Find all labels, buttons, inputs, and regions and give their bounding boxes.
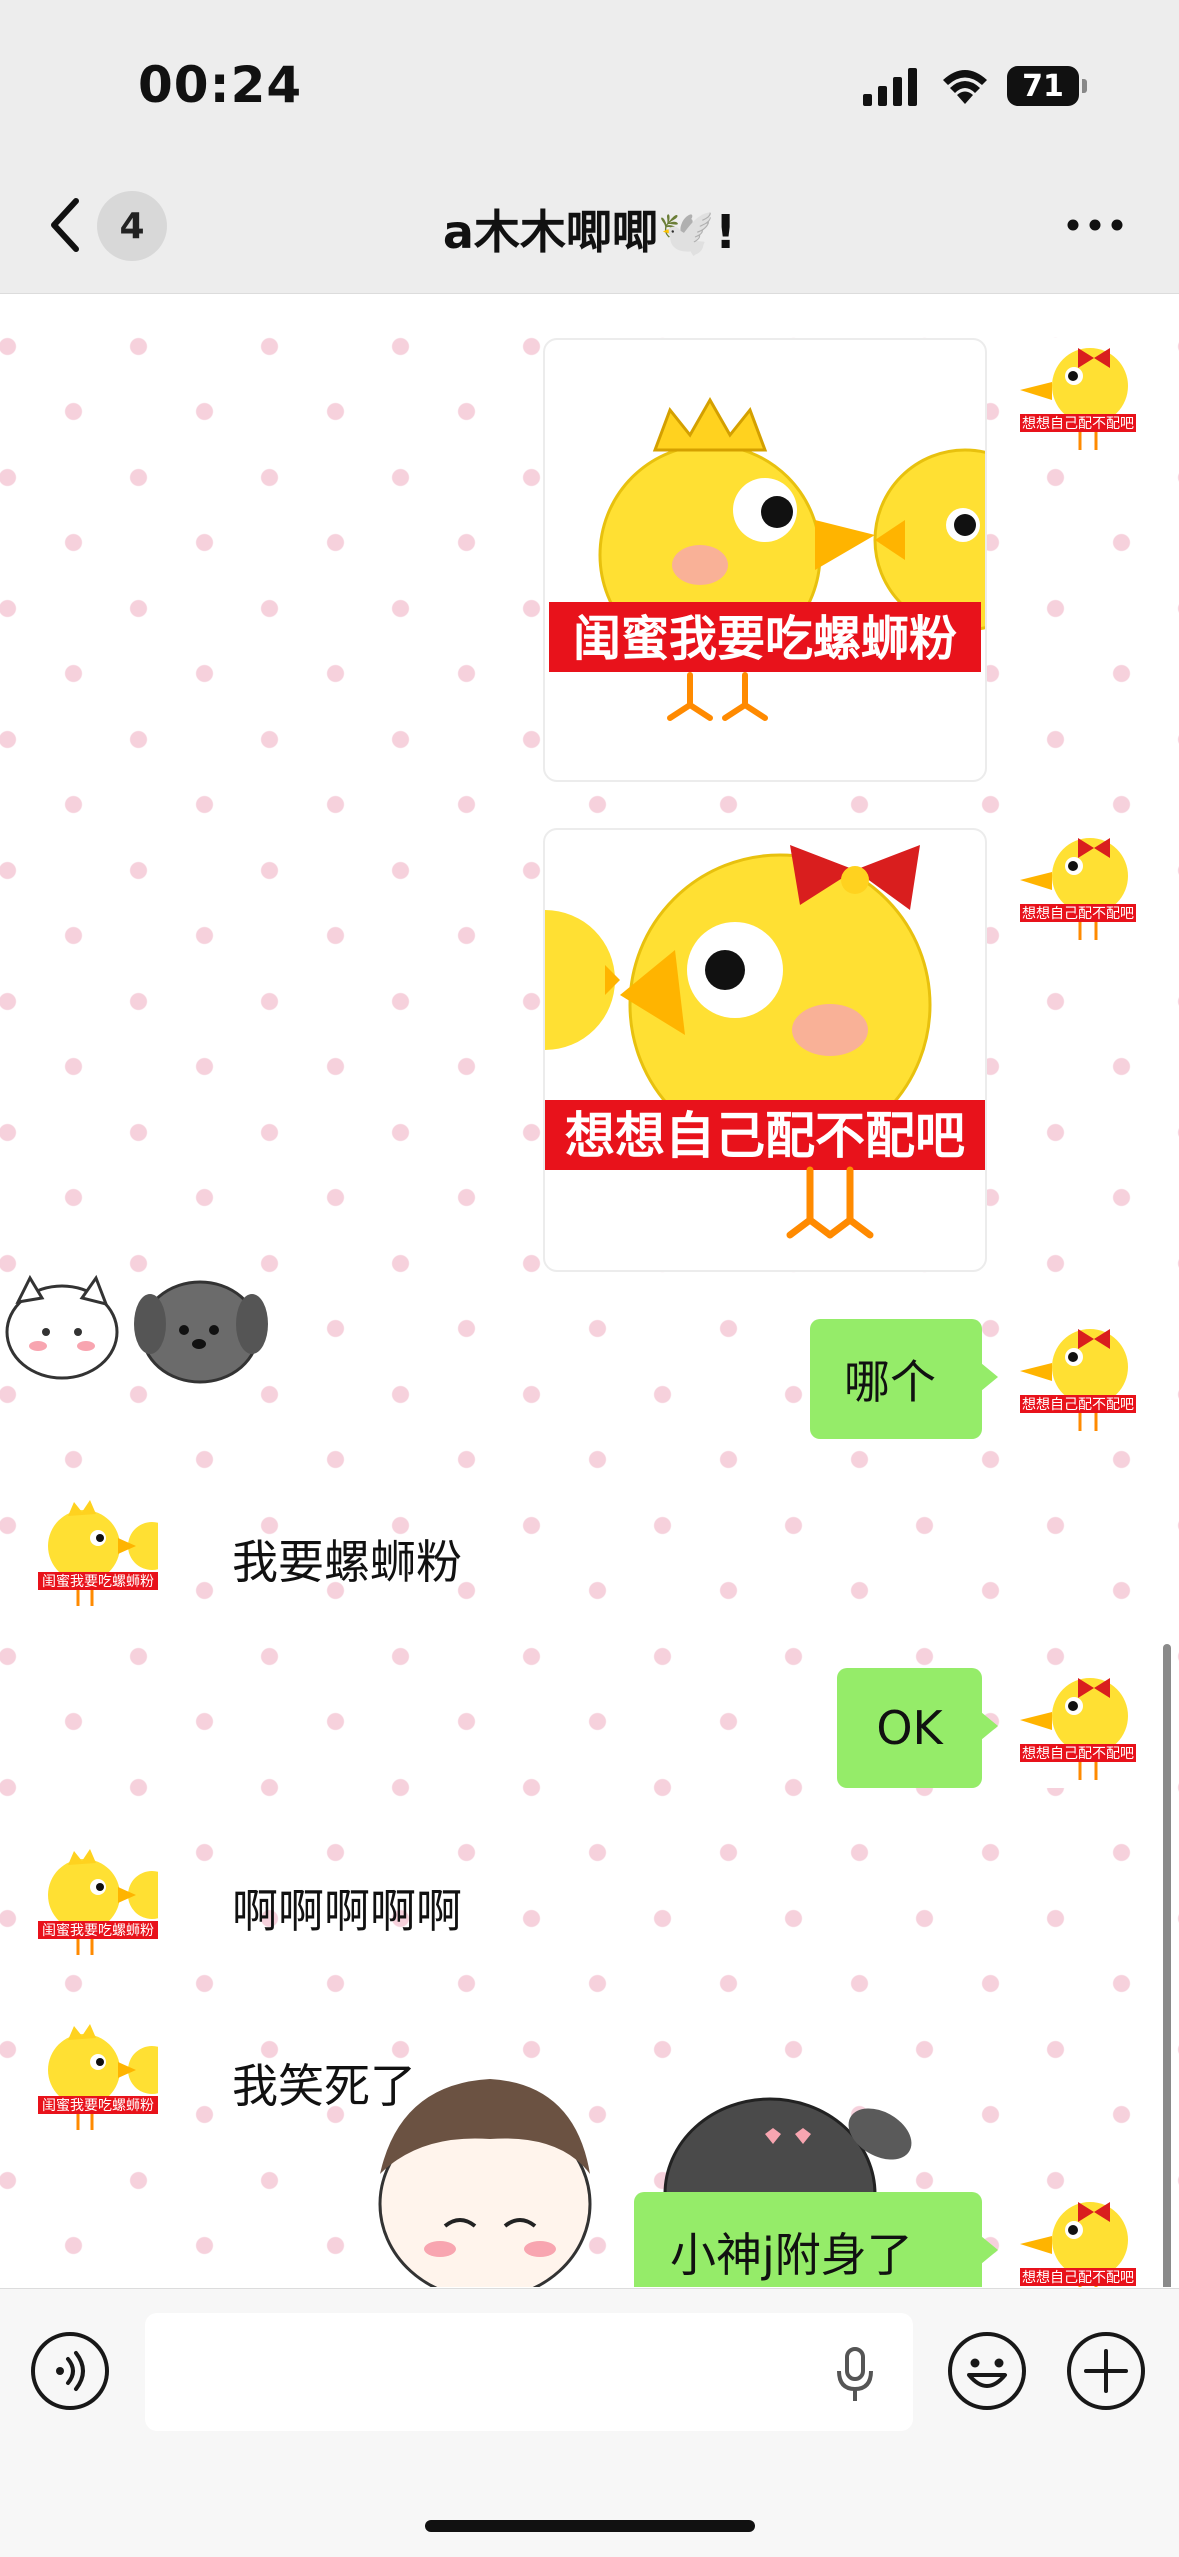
chick-crown-avatar: 闺蜜我要吃螺蛳粉: [38, 1843, 158, 1963]
wifi-icon: [943, 70, 987, 104]
message-bubble-outgoing[interactable]: 小神j附身了: [634, 2192, 998, 2287]
avatar-caption: 想想自己配不配吧: [1022, 1746, 1134, 1762]
emoji-icon[interactable]: [947, 2331, 1027, 2411]
voice-icon[interactable]: [30, 2331, 110, 2411]
chat-message-list[interactable]: 闺蜜我要吃螺蛳粉 想想自己配不配吧 想想自己配不配吧 想想自己配不配吧 哪个 想…: [0, 294, 1179, 2287]
chick-bow-avatar: 想想自己配不配吧: [1018, 828, 1138, 948]
message-bubble-outgoing[interactable]: 哪个: [810, 1319, 998, 1439]
chick-crown-sticker: 闺蜜我要吃螺蛳粉: [549, 396, 985, 721]
top-bar: 00:24 71 4 a木木唧唧🕊️!: [0, 0, 1179, 294]
message-bubble-outgoing[interactable]: OK: [837, 1668, 998, 1788]
self-avatar[interactable]: 想想自己配不配吧: [1018, 1319, 1138, 1439]
friend-avatar[interactable]: 闺蜜我要吃螺蛳粉: [38, 2018, 158, 2138]
message-input[interactable]: [145, 2313, 913, 2431]
avatar-caption: 想想自己配不配吧: [1022, 2270, 1134, 2286]
chick-bow-avatar: 想想自己配不配吧: [1018, 2192, 1138, 2287]
message-text[interactable]: 我要螺蛳粉: [232, 1526, 462, 1592]
friend-avatar[interactable]: 闺蜜我要吃螺蛳粉: [38, 1843, 158, 1963]
chick-bow-avatar: 想想自己配不配吧: [1018, 1319, 1138, 1439]
sticker-message[interactable]: 想想自己配不配吧: [543, 828, 987, 1272]
self-avatar[interactable]: 想想自己配不配吧: [1018, 1668, 1138, 1788]
message-text: OK: [876, 1701, 943, 1755]
home-indicator[interactable]: [425, 2520, 755, 2532]
chick-bow-avatar: 想想自己配不配吧: [1018, 1668, 1138, 1788]
self-avatar[interactable]: 想想自己配不配吧: [1018, 828, 1138, 948]
sticker-caption: 闺蜜我要吃螺蛳粉: [573, 611, 957, 667]
avatar-caption: 想想自己配不配吧: [1022, 906, 1134, 922]
wallpaper-cat-dog-doodle: [5, 1274, 268, 1384]
self-avatar[interactable]: 想想自己配不配吧: [1018, 338, 1138, 458]
avatar-caption: 闺蜜我要吃螺蛳粉: [42, 1574, 154, 1590]
input-bar: [0, 2288, 1179, 2557]
status-time: 00:24: [138, 56, 303, 114]
status-icons: 71: [863, 62, 1087, 110]
avatar-caption: 想想自己配不配吧: [1022, 1397, 1134, 1413]
sticker-message[interactable]: 闺蜜我要吃螺蛳粉: [543, 338, 987, 782]
scrollbar[interactable]: [1163, 1644, 1171, 2287]
message-text: 哪个: [844, 1355, 936, 1409]
chick-crown-avatar: 闺蜜我要吃螺蛳粉: [38, 2018, 158, 2138]
avatar-caption: 想想自己配不配吧: [1022, 416, 1134, 432]
friend-avatar[interactable]: 闺蜜我要吃螺蛳粉: [38, 1494, 158, 1614]
battery-icon: 71: [1007, 66, 1087, 106]
sticker-caption: 想想自己配不配吧: [565, 1107, 965, 1165]
chick-crown-avatar: 闺蜜我要吃螺蛳粉: [38, 1494, 158, 1614]
chat-title: a木木唧唧🕊️!: [442, 205, 737, 259]
signal-icon: [863, 68, 917, 106]
battery-level: 71: [1022, 68, 1064, 104]
mic-icon[interactable]: [835, 2347, 875, 2403]
chick-bow-avatar: 想想自己配不配吧: [1018, 338, 1138, 458]
avatar-caption: 闺蜜我要吃螺蛳粉: [42, 2098, 154, 2114]
message-text: 小神j附身了: [670, 2228, 913, 2282]
chick-bow-sticker: 想想自己配不配吧: [545, 845, 985, 1239]
plus-icon[interactable]: [1066, 2331, 1146, 2411]
avatar-caption: 闺蜜我要吃螺蛳粉: [42, 1923, 154, 1939]
message-text[interactable]: 啊啊啊啊啊: [232, 1875, 462, 1941]
more-dots-icon[interactable]: [1065, 210, 1125, 240]
self-avatar[interactable]: 想想自己配不配吧: [1018, 2192, 1138, 2287]
